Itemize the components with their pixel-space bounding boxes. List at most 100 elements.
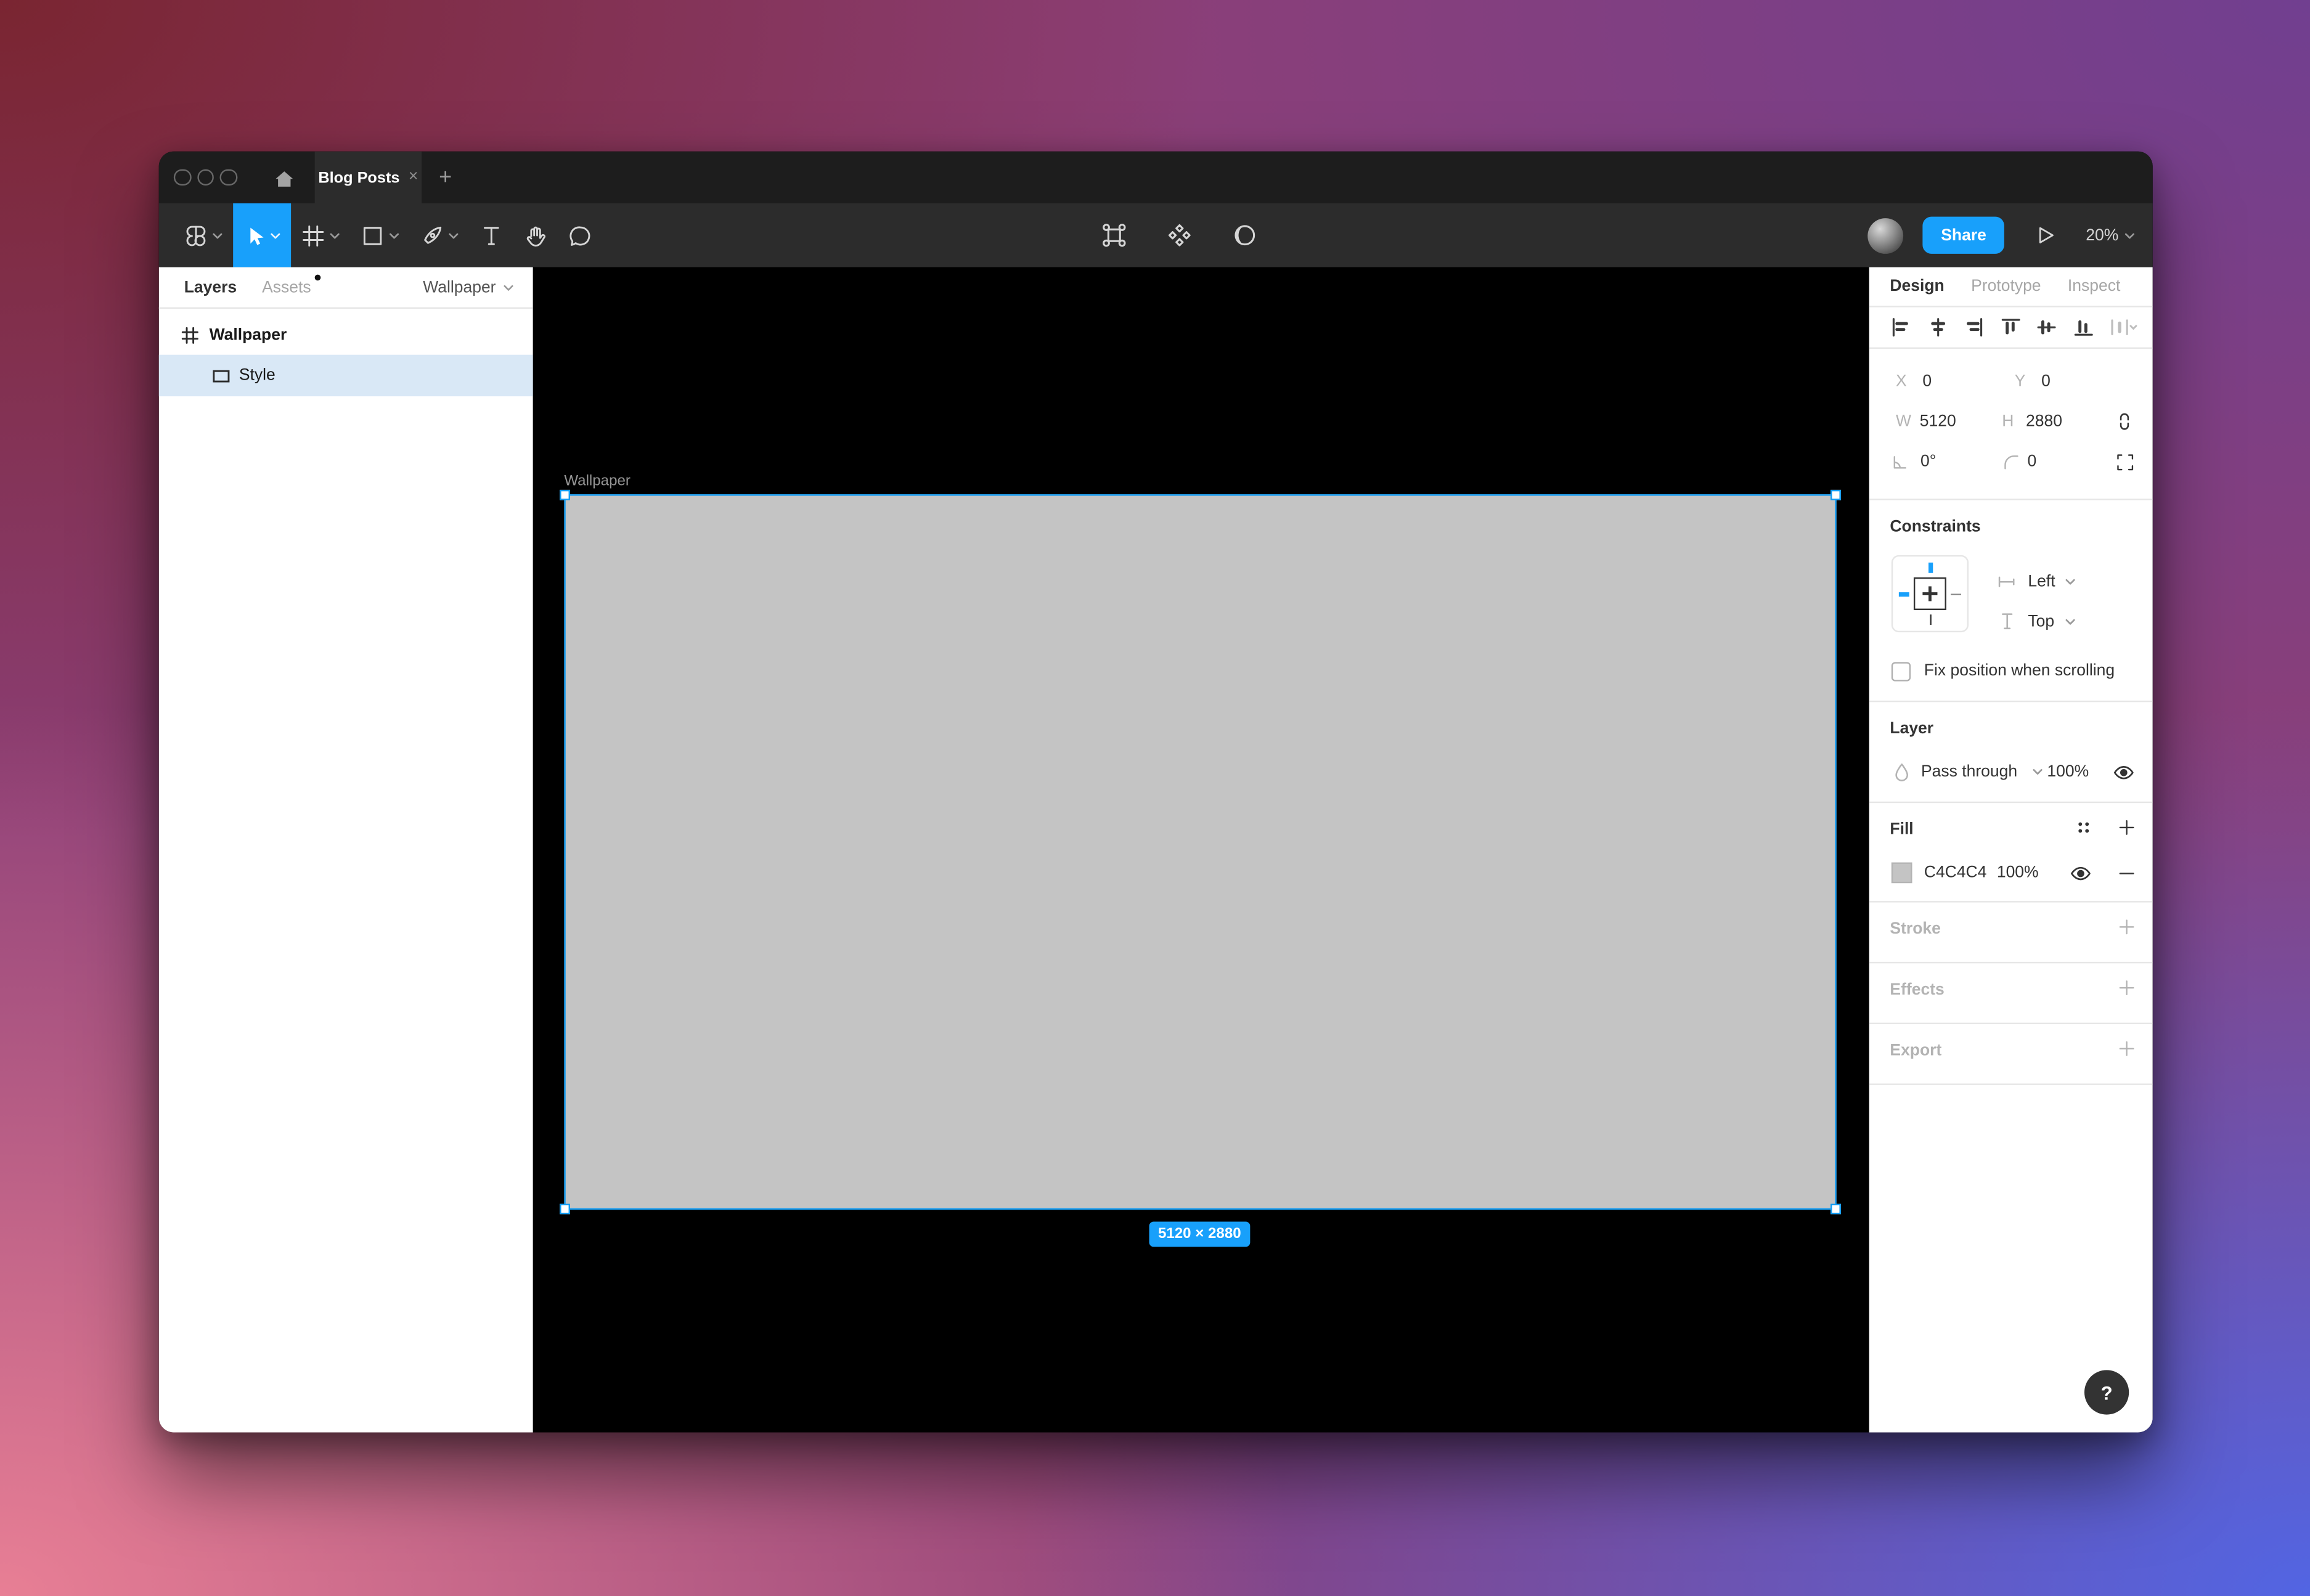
- align-vertical-centers-button[interactable]: [2034, 315, 2059, 340]
- tab-assets-label: Assets: [262, 279, 311, 296]
- add-stroke-button[interactable]: [2113, 918, 2141, 937]
- vertical-constraint-value: Top: [2028, 613, 2054, 631]
- comment-tool-button[interactable]: [558, 203, 603, 267]
- corner-radius-input[interactable]: 0: [2027, 453, 2109, 471]
- add-export-button[interactable]: [2113, 1039, 2141, 1058]
- fix-position-checkbox[interactable]: [1892, 661, 1911, 680]
- fill-opacity-input[interactable]: 100%: [1997, 864, 2056, 882]
- move-tool-button[interactable]: [233, 203, 291, 267]
- fill-color-swatch[interactable]: [1892, 863, 1912, 884]
- resize-handle-top-right[interactable]: [1830, 490, 1841, 500]
- layer-title: Layer: [1890, 720, 1933, 738]
- move-tool-icon: [243, 224, 266, 248]
- constraint-top-active[interactable]: [1928, 563, 1932, 573]
- window-minimize-button[interactable]: [197, 169, 214, 186]
- align-left-button[interactable]: [1888, 315, 1914, 340]
- page-selector[interactable]: Wallpaper: [423, 279, 513, 296]
- close-tab-icon[interactable]: ×: [409, 169, 418, 185]
- layer-opacity-input[interactable]: 100%: [2047, 763, 2089, 781]
- file-tab-title: Blog Posts: [318, 168, 399, 186]
- stroke-title: Stroke: [1890, 920, 1941, 938]
- height-input[interactable]: 2880: [2026, 413, 2108, 431]
- selection-size-badge: 5120 × 2880: [1149, 1221, 1251, 1247]
- selected-frame[interactable]: [564, 494, 1836, 1210]
- home-icon: [272, 167, 295, 189]
- styles-icon: [2074, 818, 2093, 837]
- align-right-button[interactable]: [1961, 315, 1986, 340]
- properties-panel: Design Prototype Inspect: [1869, 267, 2153, 1433]
- distribute-button[interactable]: [2107, 315, 2141, 340]
- window-zoom-button[interactable]: [220, 169, 237, 186]
- vertical-constraint-select[interactable]: Top: [1997, 610, 2075, 634]
- constraint-left-active[interactable]: [1899, 592, 1909, 596]
- tab-design[interactable]: Design: [1890, 277, 1944, 295]
- constraint-right[interactable]: [1951, 593, 1961, 595]
- effects-title: Effects: [1890, 981, 1944, 999]
- pen-tool-icon: [420, 224, 444, 248]
- home-button[interactable]: [266, 160, 301, 196]
- layer-visibility-button[interactable]: [2107, 762, 2141, 781]
- distribute-icon: [2110, 317, 2138, 336]
- constraints-widget[interactable]: [1892, 555, 1969, 632]
- layer-row-style[interactable]: Style: [159, 355, 533, 396]
- frame-tool-icon: [301, 224, 325, 248]
- figma-window: Blog Posts × +: [159, 152, 2153, 1433]
- fill-visibility-button[interactable]: [2063, 863, 2097, 882]
- tab-assets[interactable]: Assets: [262, 279, 311, 296]
- window-close-button[interactable]: [174, 169, 191, 186]
- width-input[interactable]: 5120: [1920, 413, 2002, 431]
- constrain-proportions-button[interactable]: [2108, 410, 2141, 434]
- corner-radius-icon: [2002, 452, 2020, 471]
- pen-tool-button[interactable]: [410, 203, 469, 267]
- present-button[interactable]: [2023, 203, 2067, 267]
- edit-object-button[interactable]: [1091, 203, 1137, 267]
- align-horizontal-centers-button[interactable]: [1925, 315, 1950, 340]
- align-left-icon: [1892, 317, 1911, 336]
- file-tab[interactable]: Blog Posts ×: [315, 152, 422, 203]
- mask-button[interactable]: [1222, 203, 1268, 267]
- blend-mode-select[interactable]: [2028, 767, 2047, 776]
- user-avatar[interactable]: [1868, 218, 1904, 253]
- resize-handle-top-left[interactable]: [560, 490, 570, 500]
- constraints-cross: [1929, 586, 1931, 601]
- resize-handle-bottom-left[interactable]: [560, 1204, 570, 1215]
- x-input[interactable]: 0: [1922, 373, 2014, 391]
- remove-fill-button[interactable]: [2113, 863, 2141, 882]
- tab-prototype[interactable]: Prototype: [1971, 277, 2041, 295]
- resize-handle-bottom-right[interactable]: [1830, 1204, 1841, 1215]
- add-effect-button[interactable]: [2113, 978, 2141, 997]
- tab-inspect[interactable]: Inspect: [2068, 277, 2120, 295]
- shape-tool-button[interactable]: [350, 203, 409, 267]
- independent-corners-button[interactable]: [2110, 452, 2141, 471]
- new-tab-button[interactable]: +: [431, 162, 460, 192]
- stroke-section: Stroke: [1869, 903, 2153, 964]
- layer-row-wallpaper[interactable]: Wallpaper: [159, 316, 533, 355]
- layer-name: Wallpaper: [210, 327, 287, 344]
- y-input[interactable]: 0: [2041, 373, 2133, 391]
- fill-styles-button[interactable]: [2070, 818, 2098, 837]
- hand-tool-button[interactable]: [513, 203, 558, 267]
- main-menu-button[interactable]: [174, 203, 233, 267]
- text-tool-button[interactable]: [469, 203, 513, 267]
- rotation-row: 0° 0: [1896, 450, 2141, 474]
- tab-layers[interactable]: Layers: [184, 279, 237, 296]
- frame-label[interactable]: Wallpaper: [564, 475, 631, 490]
- fill-hex-input[interactable]: C4C4C4: [1924, 864, 1997, 882]
- chevron-down-icon: [389, 231, 399, 240]
- share-button[interactable]: Share: [1923, 217, 2004, 254]
- help-button[interactable]: ?: [2084, 1370, 2129, 1414]
- frame-tool-button[interactable]: [291, 203, 350, 267]
- create-component-button[interactable]: [1156, 203, 1202, 267]
- window-controls: [174, 152, 237, 203]
- link-icon: [2114, 410, 2135, 434]
- add-fill-button[interactable]: [2113, 818, 2141, 837]
- canvas[interactable]: Wallpaper 5120 × 2880: [533, 267, 1869, 1433]
- horizontal-constraint-icon: [1997, 571, 2018, 592]
- zoom-level-control[interactable]: 20%: [2086, 226, 2135, 244]
- align-bottom-button[interactable]: [2070, 315, 2096, 340]
- x-label: X: [1896, 373, 1922, 391]
- rotation-input[interactable]: 0°: [1920, 453, 2002, 471]
- horizontal-constraint-select[interactable]: Left: [1997, 570, 2076, 594]
- constraint-bottom[interactable]: [1930, 614, 1932, 625]
- align-top-button[interactable]: [1998, 315, 2023, 340]
